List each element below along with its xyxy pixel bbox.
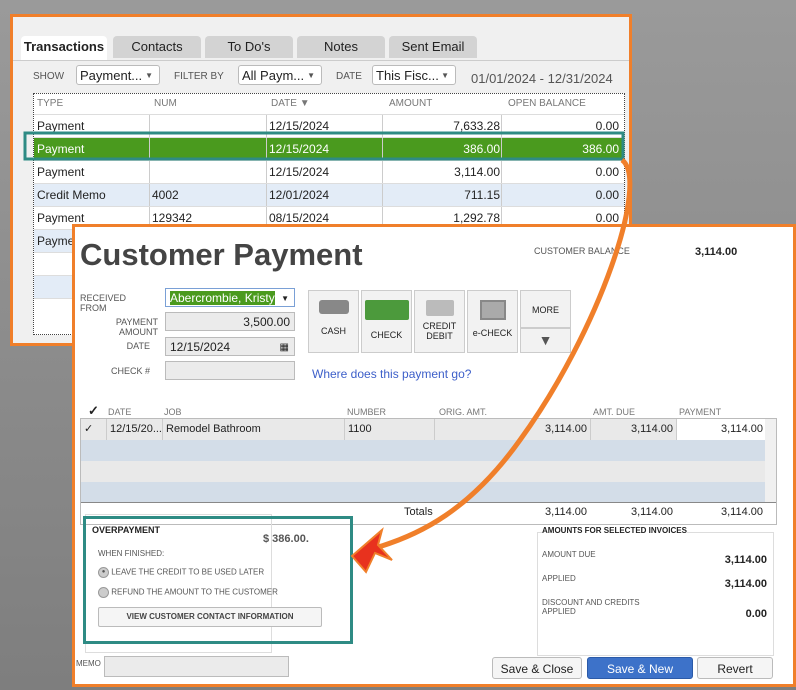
selected-row-highlight xyxy=(23,131,625,161)
callout-arrow xyxy=(23,131,633,574)
arrow-head xyxy=(350,527,393,574)
arrow-shaft xyxy=(374,157,633,551)
